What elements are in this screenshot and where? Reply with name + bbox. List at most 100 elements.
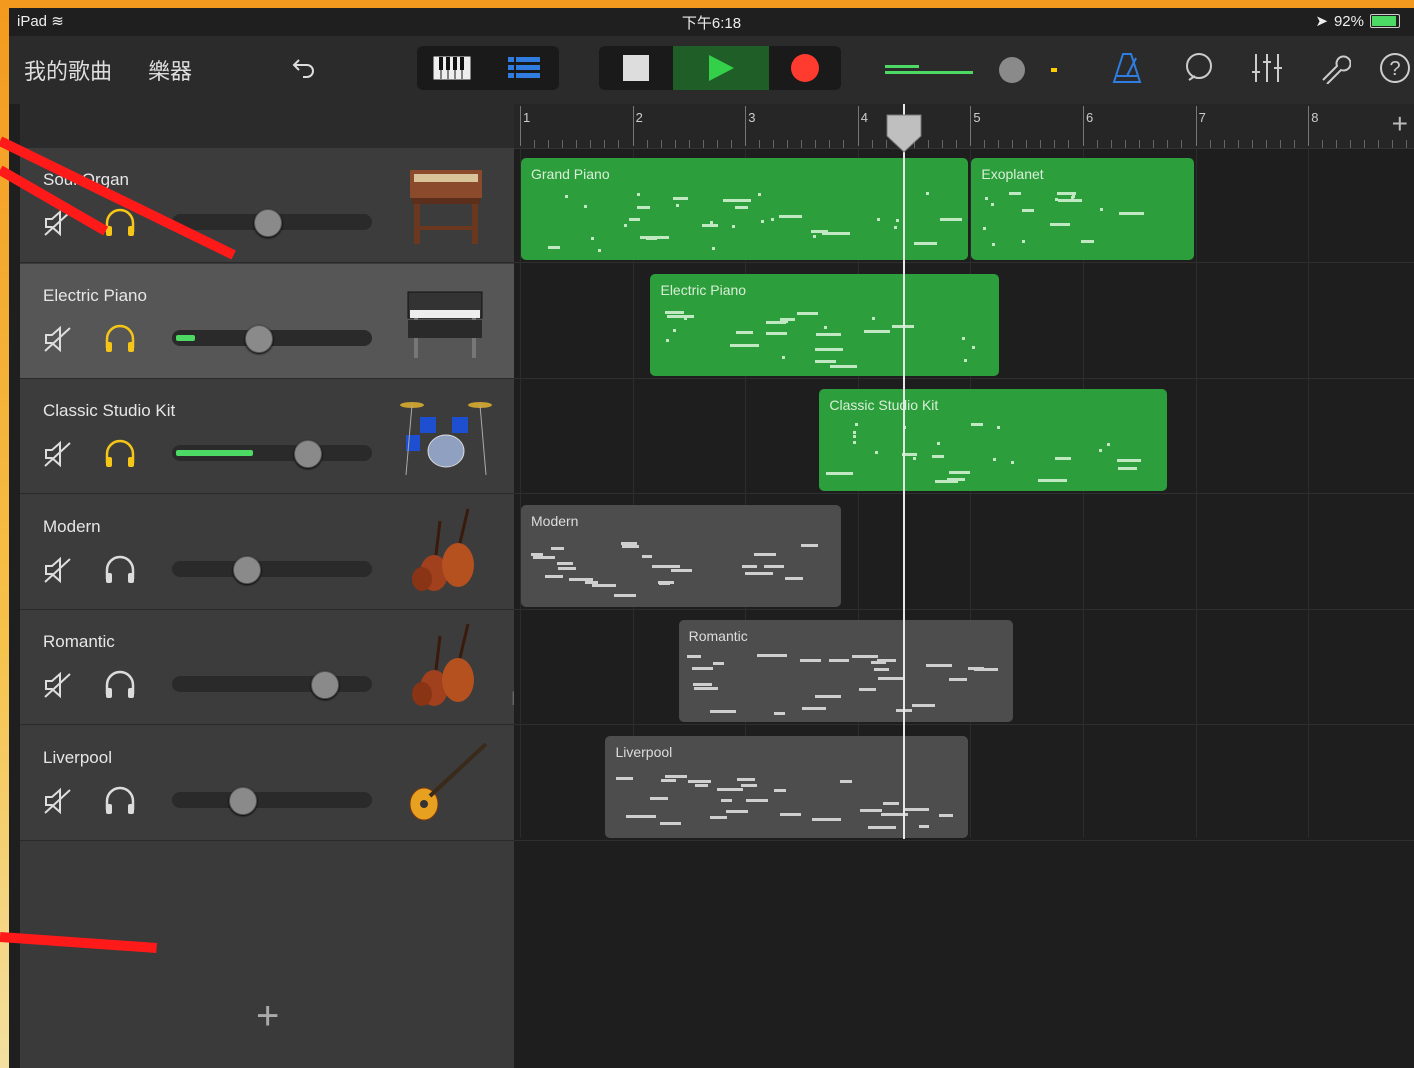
track-header[interactable]: Soul Organ bbox=[20, 148, 514, 263]
volume-slider[interactable] bbox=[172, 786, 372, 815]
midi-note bbox=[622, 545, 640, 549]
midi-note bbox=[530, 552, 544, 556]
volume-slider[interactable] bbox=[172, 555, 372, 584]
midi-note bbox=[649, 796, 669, 800]
drum-kit-icon[interactable] bbox=[400, 391, 492, 479]
midi-note bbox=[815, 360, 835, 364]
transport-controls bbox=[599, 46, 841, 90]
ruler-tick bbox=[1378, 140, 1380, 148]
metronome-icon[interactable] bbox=[1109, 50, 1145, 86]
volume-knob[interactable] bbox=[293, 440, 322, 468]
undo-icon[interactable] bbox=[287, 50, 323, 86]
track-header[interactable]: Modern bbox=[20, 494, 514, 610]
bar-ruler[interactable]: + 1 2 3 4 5 6 7 8 bbox=[514, 104, 1414, 149]
loop-icon[interactable] bbox=[1181, 50, 1217, 86]
region[interactable]: Classic Studio Kit bbox=[819, 389, 1167, 491]
headphones-icon[interactable] bbox=[103, 437, 137, 471]
midi-note bbox=[964, 358, 968, 362]
master-volume-slider[interactable] bbox=[881, 57, 1081, 83]
region[interactable]: Exoplanet bbox=[971, 158, 1194, 260]
play-button[interactable] bbox=[673, 46, 769, 90]
bass-guitar-icon[interactable] bbox=[400, 738, 492, 826]
volume-slider[interactable] bbox=[172, 324, 372, 353]
mute-icon[interactable] bbox=[43, 786, 73, 816]
region-name: Exoplanet bbox=[981, 166, 1044, 182]
mute-icon[interactable] bbox=[43, 555, 73, 585]
tracks-view-icon[interactable] bbox=[489, 46, 559, 90]
midi-note bbox=[694, 783, 709, 787]
midi-note bbox=[712, 247, 716, 251]
midi-note bbox=[992, 243, 996, 247]
region[interactable]: Modern bbox=[521, 504, 842, 607]
ruler-tick bbox=[759, 140, 761, 148]
region[interactable]: Romantic bbox=[678, 620, 1014, 722]
master-volume-knob[interactable] bbox=[999, 57, 1025, 83]
midi-note bbox=[665, 311, 685, 314]
add-track-button[interactable]: + bbox=[256, 994, 279, 1039]
headphones-icon[interactable] bbox=[103, 322, 137, 356]
organ-icon[interactable] bbox=[400, 160, 492, 248]
midi-note bbox=[709, 815, 727, 819]
mute-icon[interactable] bbox=[43, 324, 73, 354]
headphones-icon[interactable] bbox=[103, 553, 137, 587]
help-icon[interactable]: ? bbox=[1377, 50, 1413, 86]
midi-note bbox=[660, 779, 677, 783]
midi-note bbox=[992, 458, 996, 462]
midi-note bbox=[1009, 192, 1021, 196]
mute-icon[interactable] bbox=[43, 439, 73, 469]
volume-knob[interactable] bbox=[229, 786, 258, 815]
ruler-tick bbox=[618, 140, 619, 148]
ruler-tick bbox=[998, 140, 1000, 148]
strings-icon[interactable] bbox=[400, 507, 492, 595]
headphones-icon[interactable] bbox=[103, 784, 137, 818]
midi-note bbox=[628, 217, 641, 221]
ruler-tick bbox=[1040, 140, 1042, 148]
midi-note bbox=[840, 779, 852, 783]
volume-knob[interactable] bbox=[245, 324, 274, 353]
volume-slider[interactable] bbox=[172, 209, 372, 237]
volume-slider[interactable] bbox=[172, 671, 372, 699]
mute-icon[interactable] bbox=[43, 670, 73, 700]
ruler-tick bbox=[716, 140, 718, 148]
track-header[interactable]: Electric Piano bbox=[20, 263, 514, 379]
ruler-tick bbox=[646, 140, 648, 148]
midi-note bbox=[800, 659, 821, 663]
midi-note bbox=[782, 355, 786, 359]
playhead[interactable] bbox=[902, 104, 905, 839]
midi-note bbox=[874, 668, 890, 672]
ruler-tick bbox=[1322, 140, 1324, 148]
region[interactable]: Grand Piano bbox=[521, 158, 969, 260]
wrench-icon[interactable] bbox=[1317, 50, 1353, 86]
my-songs-button[interactable]: 我的歌曲 bbox=[24, 54, 112, 86]
stop-button[interactable] bbox=[599, 46, 673, 90]
midi-note bbox=[1107, 442, 1111, 446]
headphones-icon[interactable] bbox=[103, 668, 137, 702]
playhead-handle[interactable] bbox=[886, 114, 922, 154]
region[interactable]: Electric Piano bbox=[650, 273, 999, 376]
mixer-icon[interactable] bbox=[1249, 50, 1285, 86]
keyboard-view-icon[interactable] bbox=[417, 46, 487, 90]
electric-piano-icon[interactable] bbox=[400, 276, 492, 364]
volume-knob[interactable] bbox=[232, 555, 261, 584]
midi-note bbox=[1054, 457, 1071, 461]
midi-note bbox=[673, 196, 688, 200]
midi-note bbox=[826, 471, 854, 475]
region[interactable]: Liverpool bbox=[605, 735, 969, 838]
bar-number: 5 bbox=[973, 110, 981, 125]
volume-knob[interactable] bbox=[311, 671, 340, 699]
track-header[interactable]: Liverpool bbox=[20, 725, 514, 841]
track-header[interactable]: Romantic bbox=[20, 610, 514, 725]
midi-note bbox=[547, 246, 561, 250]
track-header[interactable]: Classic Studio Kit bbox=[20, 379, 514, 494]
midi-note bbox=[868, 825, 896, 829]
add-section-button[interactable]: + bbox=[1392, 108, 1408, 140]
record-button[interactable] bbox=[769, 46, 841, 90]
track-name: Romantic bbox=[43, 632, 115, 651]
instruments-button[interactable]: 樂器 bbox=[148, 54, 192, 86]
midi-note bbox=[737, 778, 755, 782]
volume-knob[interactable] bbox=[253, 209, 282, 237]
ruler-tick bbox=[871, 140, 873, 148]
volume-slider[interactable] bbox=[172, 440, 372, 468]
midi-note bbox=[875, 451, 879, 454]
strings-icon[interactable] bbox=[400, 622, 492, 710]
